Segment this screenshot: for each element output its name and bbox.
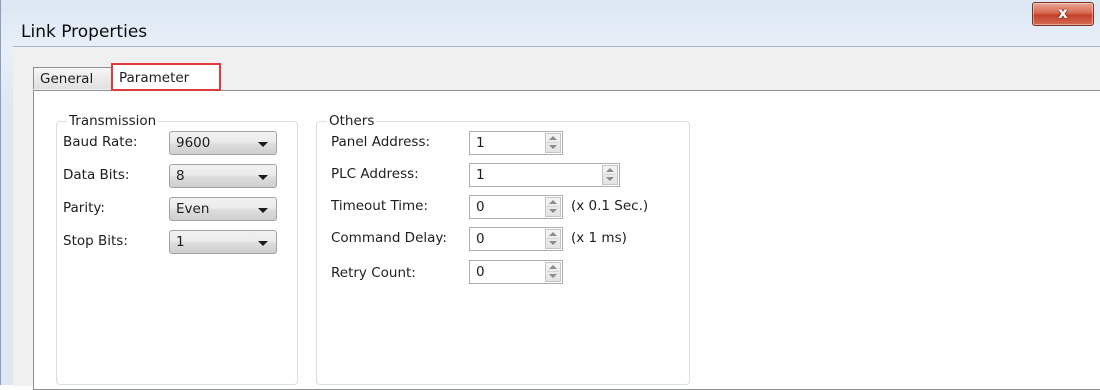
others-legend: Others [327,113,377,129]
close-button[interactable]: x [1032,2,1094,26]
baud-rate-label: Baud Rate: [63,134,138,150]
window-title: Link Properties [21,22,148,42]
retry-count-value: 0 [476,264,485,280]
stop-bits-label: Stop Bits: [63,233,128,249]
chevron-down-icon [258,175,268,180]
spin-down-icon[interactable] [549,209,557,213]
spin-up-icon[interactable] [606,168,614,172]
data-bits-value: 8 [176,168,185,184]
panel-address-spinner[interactable]: 1 [469,131,563,155]
spin-down-icon[interactable] [606,177,614,181]
spin-divider [547,142,559,143]
spin-down-icon[interactable] [549,241,557,245]
spin-up-icon[interactable] [549,232,557,236]
data-bits-label: Data Bits: [63,167,130,183]
spin-down-icon[interactable] [549,274,557,278]
spinner-arrows-icon[interactable] [545,197,561,217]
spin-up-icon[interactable] [549,265,557,269]
baud-rate-value: 9600 [176,135,211,151]
spin-divider [547,206,559,207]
data-bits-select[interactable]: 8 [169,164,277,188]
timeout-time-unit: (x 0.1 Sec.) [571,198,649,214]
command-delay-spinner[interactable]: 0 [469,227,563,251]
transmission-group: Transmission Baud Rate: 9600 Data Bits: … [56,113,298,385]
chevron-down-icon [258,208,268,213]
stop-bits-select[interactable]: 1 [169,230,277,254]
panel-address-value: 1 [476,135,485,151]
retry-count-label: Retry Count: [331,265,416,281]
tab-parameter[interactable]: Parameter [111,63,221,91]
parity-value: Even [176,201,210,217]
parity-select[interactable]: Even [169,197,277,221]
others-group: Others Panel Address: 1 PLC Address: 1 T… [316,113,690,385]
spinner-arrows-icon[interactable] [545,229,561,249]
close-icon: x [1058,4,1068,22]
link-properties-dialog: Link Properties x General Parameter Tran… [0,0,1100,390]
tab-general[interactable]: General [33,67,112,89]
plc-address-value: 1 [476,167,485,183]
spin-up-icon[interactable] [549,136,557,140]
panel-address-label: Panel Address: [331,134,431,150]
chevron-down-icon [258,142,268,147]
parity-label: Parity: [63,200,105,216]
stop-bits-value: 1 [176,234,185,250]
spin-divider [547,271,559,272]
command-delay-value: 0 [476,231,485,247]
timeout-time-label: Timeout Time: [331,198,429,214]
retry-count-spinner[interactable]: 0 [469,260,563,284]
parameter-tab-panel: Transmission Baud Rate: 9600 Data Bits: … [33,90,1100,390]
timeout-time-spinner[interactable]: 0 [469,195,563,219]
command-delay-unit: (x 1 ms) [571,230,627,246]
spinner-arrows-icon[interactable] [545,262,561,282]
chevron-down-icon [258,241,268,246]
spinner-arrows-icon[interactable] [602,165,618,185]
spin-divider [547,238,559,239]
command-delay-label: Command Delay: [331,230,447,246]
plc-address-label: PLC Address: [331,166,419,182]
transmission-legend: Transmission [67,113,159,129]
timeout-time-value: 0 [476,199,485,215]
baud-rate-select[interactable]: 9600 [169,131,277,155]
spin-up-icon[interactable] [549,200,557,204]
plc-address-spinner[interactable]: 1 [469,163,620,187]
spin-divider [604,174,616,175]
dialog-content: General Parameter Transmission Baud Rate… [13,46,1100,390]
spin-down-icon[interactable] [549,145,557,149]
spinner-arrows-icon[interactable] [545,133,561,153]
